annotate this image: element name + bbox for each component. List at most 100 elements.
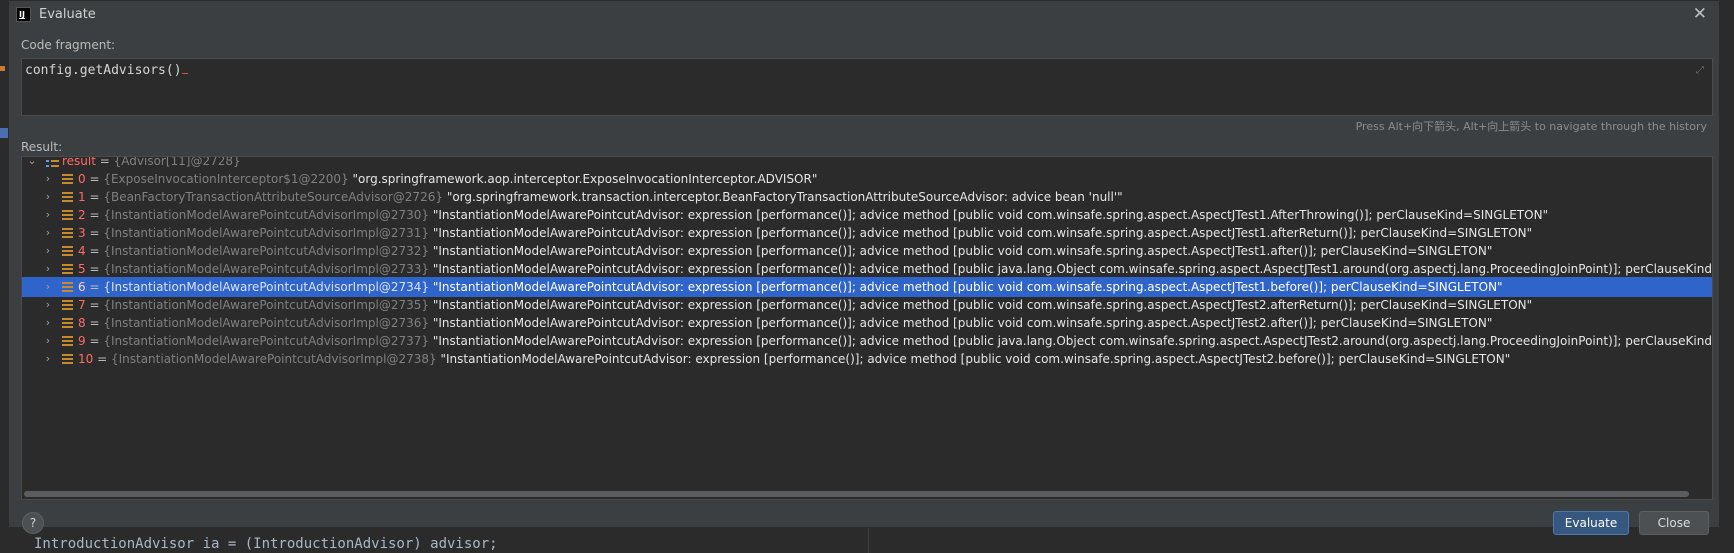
- item-type: {InstantiationModelAwarePointcutAdvisorI…: [103, 298, 430, 312]
- close-button[interactable]: Close: [1639, 511, 1709, 535]
- item-value: "org.springframework.transaction.interce…: [446, 190, 1123, 204]
- item-equals: =: [85, 226, 104, 240]
- editor-marker: [0, 66, 5, 71]
- tree-row[interactable]: › 9 = {InstantiationModelAwarePointcutAdv…: [22, 331, 1712, 351]
- tree-row[interactable]: › 5 = {InstantiationModelAwarePointcutAdv…: [22, 259, 1712, 279]
- item-equals: =: [85, 298, 104, 312]
- object-icon: [62, 336, 73, 346]
- item-equals: =: [85, 244, 104, 258]
- evaluate-dialog: IJ Evaluate ✕ Code fragment: config.getA…: [8, 0, 1720, 535]
- item-type: {InstantiationModelAwarePointcutAdvisorI…: [103, 334, 430, 348]
- tree-row[interactable]: › 2 = {InstantiationModelAwarePointcutAdv…: [22, 205, 1712, 225]
- object-icon: [62, 300, 73, 310]
- item-type: {ExposeInvocationInterceptor$1@2200}: [103, 172, 349, 186]
- array-icon: [46, 157, 59, 167]
- object-icon: [62, 318, 73, 328]
- item-type: {InstantiationModelAwarePointcutAdvisorI…: [103, 208, 430, 222]
- item-index: 1: [78, 190, 86, 204]
- chevron-right-icon[interactable]: ›: [42, 205, 54, 225]
- code-fragment-editor[interactable]: config.getAdvisors() ⤢: [21, 58, 1713, 116]
- chevron-right-icon[interactable]: ›: [42, 223, 54, 243]
- item-index: 0: [78, 172, 86, 186]
- tree-row[interactable]: › 7 = {InstantiationModelAwarePointcutAdv…: [22, 295, 1712, 315]
- item-equals: =: [85, 334, 104, 348]
- item-equals: =: [85, 190, 104, 204]
- object-icon: [62, 282, 73, 292]
- help-button[interactable]: ?: [22, 512, 44, 534]
- result-tree[interactable]: ⌄ result = {Advisor[11]@2728} › 0 = {Expo…: [21, 156, 1713, 500]
- item-value: "InstantiationModelAwarePointcutAdvisor:…: [432, 334, 1712, 348]
- chevron-right-icon[interactable]: ›: [42, 349, 54, 369]
- error-squiggle: [181, 69, 188, 74]
- evaluate-button[interactable]: Evaluate: [1553, 511, 1629, 535]
- object-icon: [62, 354, 73, 364]
- tree-row[interactable]: › 10 = {InstantiationModelAwarePointcutAd…: [22, 349, 1712, 369]
- result-label: Result:: [21, 140, 63, 154]
- root-variable-type: {Advisor[11]@2728}: [113, 156, 241, 168]
- editor-background-right: [1720, 0, 1734, 553]
- tree-row[interactable]: › 0 = {ExposeInvocationInterceptor$1@2200…: [22, 169, 1712, 189]
- close-icon[interactable]: ✕: [1693, 4, 1707, 24]
- object-icon: [62, 246, 73, 256]
- code-fragment-label: Code fragment:: [21, 38, 116, 52]
- item-value: "InstantiationModelAwarePointcutAdvisor:…: [432, 244, 1493, 258]
- item-equals: =: [85, 316, 104, 330]
- tree-row[interactable]: › 8 = {InstantiationModelAwarePointcutAdv…: [22, 313, 1712, 333]
- item-index: 3: [78, 226, 86, 240]
- object-icon: [62, 174, 73, 184]
- editor-background-bottom: IntroductionAdvisor ia = (IntroductionAd…: [0, 528, 1734, 553]
- dialog-titlebar: IJ Evaluate ✕: [9, 1, 1719, 29]
- item-equals: =: [85, 172, 104, 186]
- tree-row[interactable]: › 4 = {InstantiationModelAwarePointcutAdv…: [22, 241, 1712, 261]
- tree-row[interactable]: › 6 = {InstantiationModelAwarePointcutAdv…: [22, 277, 1712, 297]
- item-index: 7: [78, 298, 86, 312]
- chevron-right-icon[interactable]: ›: [42, 313, 54, 333]
- chevron-right-icon[interactable]: ›: [42, 277, 54, 297]
- object-icon: [62, 264, 73, 274]
- object-icon: [62, 228, 73, 238]
- editor-code-line: IntroductionAdvisor ia = (IntroductionAd…: [34, 536, 498, 552]
- chevron-right-icon[interactable]: ›: [42, 295, 54, 315]
- item-index: 2: [78, 208, 86, 222]
- item-equals: =: [93, 352, 111, 366]
- item-type: {InstantiationModelAwarePointcutAdvisorI…: [103, 280, 430, 294]
- editor-separator: [868, 528, 869, 553]
- item-type: {InstantiationModelAwarePointcutAdvisorI…: [103, 262, 430, 276]
- item-index: 5: [78, 262, 86, 276]
- item-value: "InstantiationModelAwarePointcutAdvisor:…: [432, 262, 1712, 276]
- item-index: 10: [78, 352, 94, 366]
- root-variable-name: result: [62, 156, 96, 168]
- tree-row[interactable]: › 3 = {InstantiationModelAwarePointcutAdv…: [22, 223, 1712, 243]
- chevron-right-icon[interactable]: ›: [42, 331, 54, 351]
- item-value: "InstantiationModelAwarePointcutAdvisor:…: [432, 208, 1549, 222]
- item-value: "org.springframework.aop.interceptor.Exp…: [352, 172, 818, 186]
- dialog-title: Evaluate: [39, 7, 96, 22]
- item-equals: =: [85, 280, 104, 294]
- chevron-right-icon[interactable]: ›: [42, 241, 54, 261]
- intellij-logo-icon: IJ: [16, 7, 31, 22]
- item-type: {InstantiationModelAwarePointcutAdvisorI…: [103, 316, 430, 330]
- chevron-right-icon[interactable]: ›: [42, 169, 54, 189]
- expand-editor-icon[interactable]: ⤢: [1696, 65, 1704, 76]
- item-type: {InstantiationModelAwarePointcutAdvisorI…: [103, 226, 430, 240]
- object-icon: [62, 210, 73, 220]
- item-value: "InstantiationModelAwarePointcutAdvisor:…: [432, 226, 1533, 240]
- item-value: "InstantiationModelAwarePointcutAdvisor:…: [432, 280, 1503, 294]
- item-index: 4: [78, 244, 86, 258]
- object-icon: [62, 192, 73, 202]
- history-hint: Press Alt+向下箭头, Alt+向上箭头 to navigate thr…: [1355, 120, 1707, 133]
- editor-background-left: [0, 0, 8, 553]
- item-index: 8: [78, 316, 86, 330]
- item-value: "InstantiationModelAwarePointcutAdvisor:…: [432, 298, 1533, 312]
- item-type: {BeanFactoryTransactionAttributeSourceAd…: [103, 190, 443, 204]
- editor-caret-marker: [0, 128, 8, 138]
- item-index: 9: [78, 334, 86, 348]
- scrollbar-thumb[interactable]: [24, 491, 1689, 497]
- item-type: {InstantiationModelAwarePointcutAdvisorI…: [110, 352, 437, 366]
- code-fragment-text[interactable]: config.getAdvisors(): [25, 63, 188, 78]
- horizontal-scrollbar[interactable]: [22, 489, 1712, 499]
- chevron-right-icon[interactable]: ›: [42, 187, 54, 207]
- tree-row[interactable]: › 1 = {BeanFactoryTransactionAttributeSou…: [22, 187, 1712, 207]
- chevron-right-icon[interactable]: ›: [42, 259, 54, 279]
- item-index: 6: [78, 280, 86, 294]
